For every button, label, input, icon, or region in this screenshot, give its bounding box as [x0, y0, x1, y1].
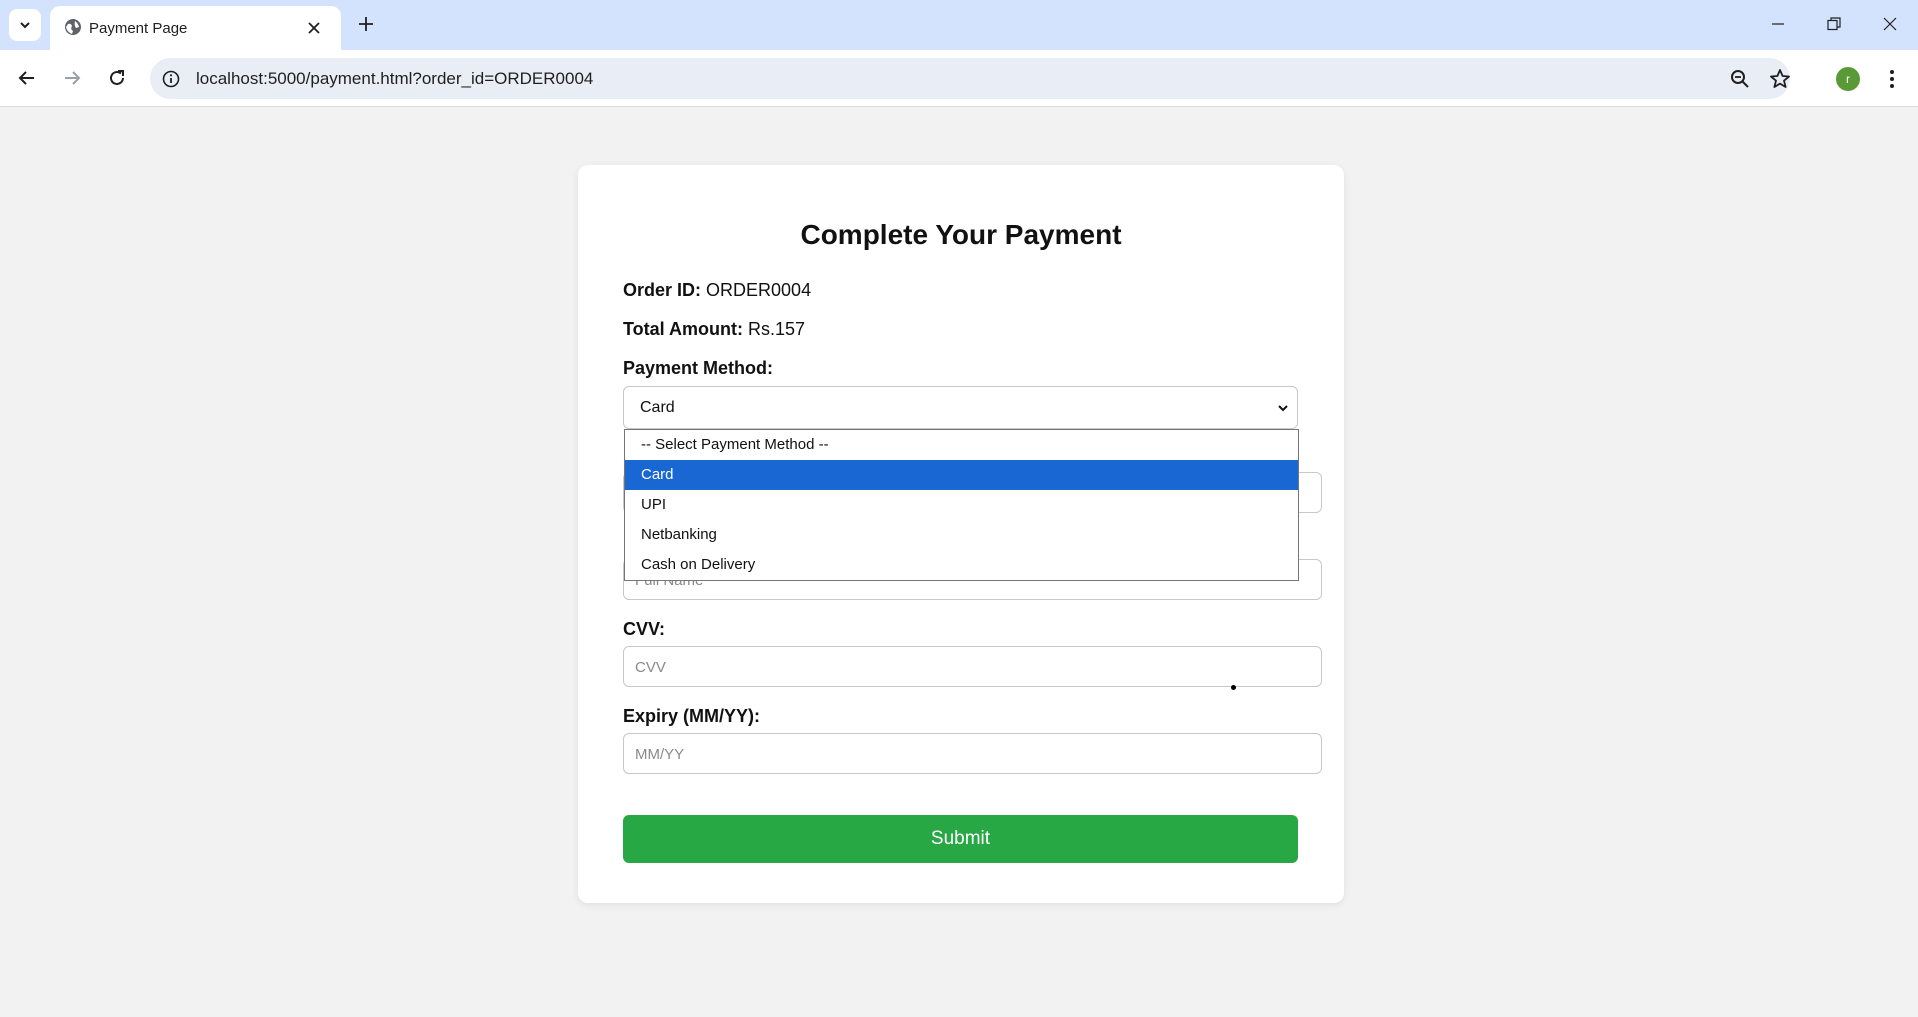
page-title: Complete Your Payment [800, 219, 1122, 250]
restore-button[interactable] [1814, 8, 1854, 40]
minimize-button[interactable] [1758, 8, 1798, 40]
total-amount-value: Rs.157 [748, 319, 806, 339]
more-vertical-icon [1890, 70, 1894, 88]
mouse-cursor [1231, 685, 1236, 690]
site-info-button[interactable] [160, 68, 182, 90]
close-icon [308, 22, 320, 34]
option-card[interactable]: Card [625, 460, 1298, 490]
submit-button[interactable]: Submit [623, 815, 1298, 863]
payment-method-label: Payment Method: [623, 358, 774, 378]
option-upi[interactable]: UPI [625, 490, 1298, 520]
payment-method-select[interactable]: Card [623, 386, 1298, 429]
expiry-label: Expiry (MM/YY): [623, 706, 761, 726]
total-amount-label: Total Amount: [623, 319, 743, 339]
order-id-line: Order ID: ORDER0004 [623, 280, 811, 301]
close-icon [1883, 17, 1897, 31]
back-button[interactable] [11, 62, 43, 94]
chevron-down-icon [20, 22, 30, 29]
reload-button[interactable] [101, 62, 133, 94]
total-amount-line: Total Amount: Rs.157 [623, 319, 805, 340]
expiry-input-placeholder: MM/YY [635, 746, 685, 763]
option-select-placeholder[interactable]: -- Select Payment Method -- [625, 430, 1298, 460]
url-text: localhost:5000/payment.html?order_id=ORD… [196, 69, 594, 88]
plus-icon [359, 17, 373, 31]
bookmark-star-icon[interactable] [1768, 67, 1792, 91]
reload-icon [110, 70, 124, 85]
option-netbanking[interactable]: Netbanking [625, 520, 1298, 550]
order-id-label: Order ID: [623, 280, 702, 300]
close-window-button[interactable] [1870, 8, 1910, 40]
tab-title: Payment Page [89, 20, 188, 37]
minimize-icon [1772, 23, 1784, 25]
info-icon [162, 70, 180, 88]
forward-button[interactable] [56, 62, 88, 94]
tab-close-button[interactable] [303, 17, 325, 39]
cvv-label: CVV: [623, 619, 666, 639]
payment-method-selected-value: Card [640, 399, 675, 416]
cvv-input[interactable]: CVV [623, 646, 1322, 687]
option-cash-on-delivery[interactable]: Cash on Delivery [625, 550, 1298, 580]
chevron-down-icon [1278, 405, 1288, 412]
browser-toolbar: localhost:5000/payment.html?order_id=ORD… [0, 50, 1918, 107]
arrow-left-icon [18, 71, 34, 85]
payment-method-dropdown: -- Select Payment Method -- Card UPI Net… [624, 429, 1299, 581]
address-bar[interactable]: localhost:5000/payment.html?order_id=ORD… [150, 58, 1790, 99]
tab-search-button[interactable] [9, 9, 41, 41]
order-id-value: ORDER0004 [706, 280, 812, 300]
tab-bar: Payment Page [0, 0, 1918, 50]
expiry-input[interactable]: MM/YY [623, 733, 1322, 774]
arrow-right-icon [65, 71, 81, 85]
zoom-icon[interactable] [1728, 67, 1752, 91]
profile-avatar[interactable]: r [1836, 67, 1860, 91]
restore-icon [1827, 17, 1841, 31]
globe-icon [65, 19, 81, 35]
tab-payment-page[interactable]: Payment Page [50, 6, 341, 50]
new-tab-button[interactable] [352, 10, 380, 38]
browser-menu-button[interactable] [1880, 64, 1904, 94]
cvv-input-placeholder: CVV [635, 659, 666, 676]
